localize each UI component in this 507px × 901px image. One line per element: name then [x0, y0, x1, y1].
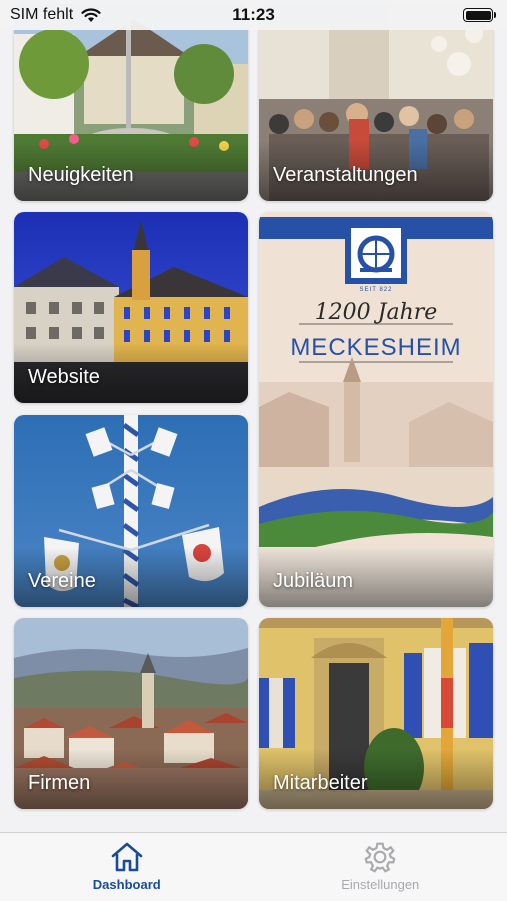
tile-vereine[interactable]: Vereine	[14, 415, 248, 607]
tile-label: Neuigkeiten	[28, 164, 134, 187]
gear-icon	[362, 841, 398, 873]
tile-firmen[interactable]: Firmen	[14, 618, 248, 809]
seit-label: SEIT 822	[259, 287, 493, 293]
years-title: 1200 Jahre	[259, 300, 493, 325]
carrier-text: SIM fehlt	[10, 6, 73, 24]
tab-dashboard[interactable]: Dashboard	[0, 833, 254, 901]
tile-mitarbeiter[interactable]: Mitarbeiter	[259, 618, 493, 809]
tile-website[interactable]: Website	[14, 212, 248, 403]
tab-label: Einstellungen	[341, 877, 419, 892]
wifi-icon	[81, 8, 101, 23]
status-bar: SIM fehlt 11:23	[0, 0, 507, 30]
tile-label: Website	[28, 366, 100, 389]
tile-label: Mitarbeiter	[273, 772, 367, 795]
tile-label: Veranstaltungen	[273, 164, 418, 187]
tile-label: Jubiläum	[273, 570, 353, 593]
tile-jubilaeum[interactable]: SEIT 822 1200 Jahre MECKESHEIM Jubiläum	[259, 212, 493, 607]
tile-veranstaltungen[interactable]: Veranstaltungen	[259, 4, 493, 201]
tab-bar: Dashboard Einstellungen	[0, 832, 507, 901]
dashboard-grid: Neuigkeiten Veranstaltungen	[0, 0, 507, 832]
home-icon	[109, 841, 145, 873]
battery-icon	[463, 8, 493, 22]
tile-label: Vereine	[28, 570, 96, 593]
clock: 11:23	[232, 5, 275, 25]
status-left: SIM fehlt	[10, 6, 101, 24]
tab-label: Dashboard	[93, 877, 161, 892]
tile-neuigkeiten[interactable]: Neuigkeiten	[14, 4, 248, 201]
tile-label: Firmen	[28, 772, 90, 795]
tab-einstellungen[interactable]: Einstellungen	[254, 833, 507, 901]
town-title: MECKESHEIM	[259, 334, 493, 362]
